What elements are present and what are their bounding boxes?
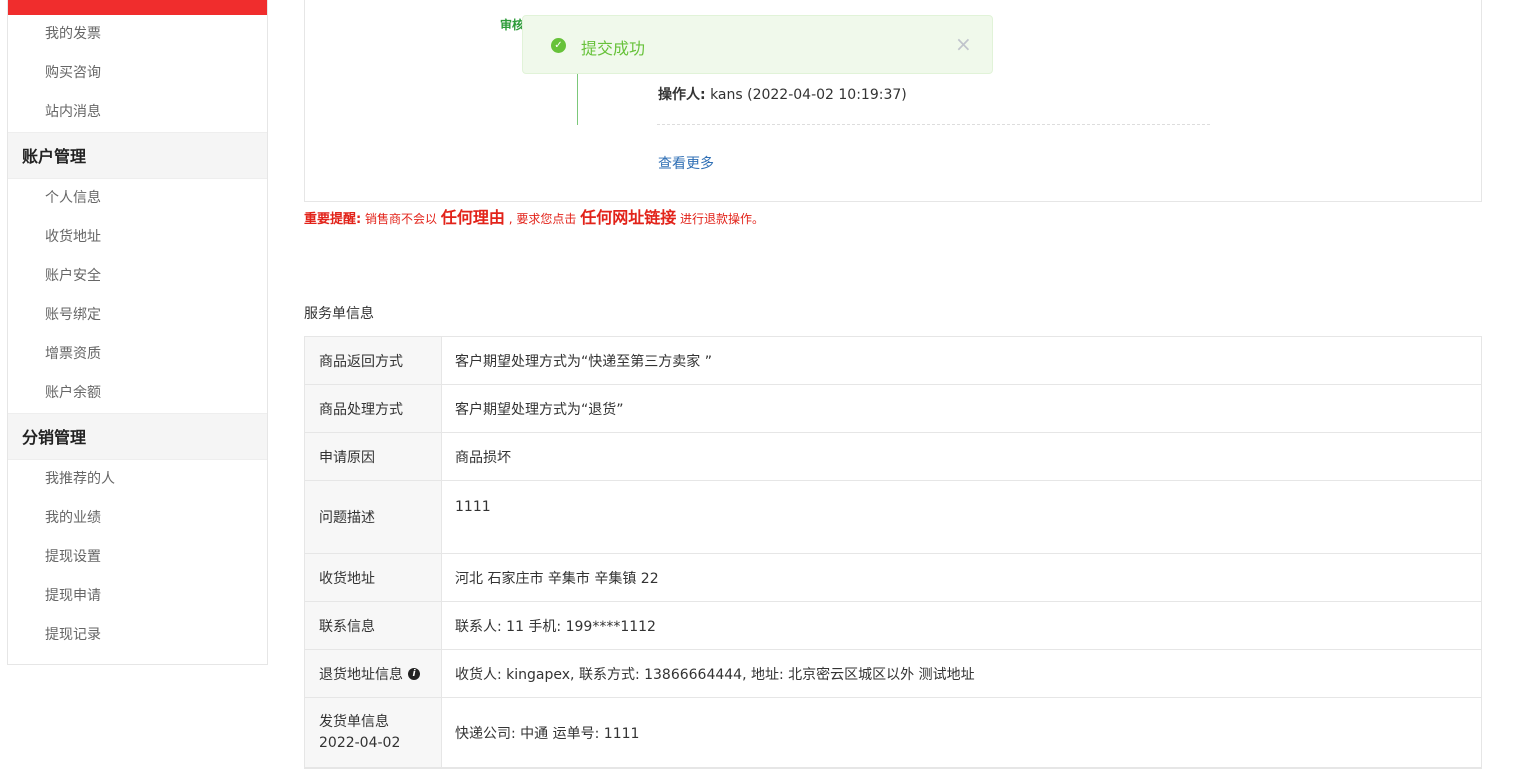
row-value: 客户期望处理方式为“快递至第三方卖家 ” bbox=[455, 353, 712, 370]
service-info-table: 商品返回方式 客户期望处理方式为“快递至第三方卖家 ” 商品处理方式 客户期望处… bbox=[304, 336, 1482, 769]
divider bbox=[657, 124, 1210, 125]
table-row: 联系信息 联系人: 11 手机: 199****1112 bbox=[305, 602, 1481, 650]
toast-message: 提交成功 bbox=[581, 39, 646, 58]
sidebar-item-balance[interactable]: 账户余额 bbox=[8, 374, 267, 413]
sidebar-item-messages[interactable]: 站内消息 bbox=[8, 93, 267, 132]
row-label-text: 退货地址信息 bbox=[319, 666, 403, 683]
row-label: 申请原因 bbox=[305, 433, 442, 480]
check-circle-icon: ✓ bbox=[551, 38, 566, 53]
row-value: 联系人: 11 手机: 199****1112 bbox=[455, 618, 656, 635]
table-row: 申请原因 商品损坏 bbox=[305, 433, 1481, 481]
notice-text-2: , 要求您点击 bbox=[508, 212, 577, 226]
table-row: 问题描述 1111 bbox=[305, 481, 1481, 554]
sidebar-group-account: 账户管理 bbox=[8, 132, 267, 179]
operator-value: kans (2022-04-02 10:19:37) bbox=[710, 87, 907, 103]
important-notice: 重要提醒: 销售商不会以 任何理由 , 要求您点击 任何网址链接 进行退款操作。 bbox=[304, 204, 764, 228]
audit-step-label: 审核 bbox=[500, 18, 525, 32]
sidebar-item-security[interactable]: 账户安全 bbox=[8, 257, 267, 296]
table-row: 收货地址 河北 石家庄市 辛集市 辛集镇 22 bbox=[305, 554, 1481, 602]
info-icon[interactable]: i bbox=[408, 667, 420, 680]
row-value: 1111 bbox=[455, 499, 491, 515]
row-value: 商品损坏 bbox=[455, 449, 511, 466]
sidebar-item-my-invoice[interactable]: 我的发票 bbox=[8, 15, 267, 54]
sidebar-active-item[interactable] bbox=[8, 0, 267, 15]
row-label-text: 发货单信息 bbox=[319, 713, 389, 730]
sidebar-group-distribution: 分销管理 bbox=[8, 413, 267, 460]
row-label-date: 2022-04-02 bbox=[319, 734, 401, 751]
notice-emphasis-2: 任何网址链接 bbox=[580, 208, 677, 227]
row-label: 收货地址 bbox=[305, 554, 442, 601]
sidebar-item-withdraw-records[interactable]: 提现记录 bbox=[8, 616, 267, 655]
row-label: 退货地址信息 i bbox=[305, 650, 442, 697]
close-icon[interactable]: × bbox=[955, 32, 972, 56]
notice-text-1: 销售商不会以 bbox=[365, 212, 438, 226]
notice-emphasis-1: 任何理由 bbox=[440, 208, 505, 227]
notice-text-3: 进行退款操作。 bbox=[680, 212, 765, 226]
table-row: 发货单信息 2022-04-02 快递公司: 中通 运单号: 1111 bbox=[305, 698, 1481, 768]
operator-label: 操作人: bbox=[658, 87, 706, 103]
row-label: 发货单信息 2022-04-02 bbox=[305, 698, 442, 767]
row-label: 商品返回方式 bbox=[305, 337, 442, 384]
row-value: 客户期望处理方式为“退货” bbox=[455, 401, 624, 418]
table-row: 商品处理方式 客户期望处理方式为“退货” bbox=[305, 385, 1481, 433]
sidebar-item-purchase-consult[interactable]: 购买咨询 bbox=[8, 54, 267, 93]
row-label: 问题描述 bbox=[305, 481, 442, 553]
row-label: 商品处理方式 bbox=[305, 385, 442, 432]
sidebar-item-profile[interactable]: 个人信息 bbox=[8, 179, 267, 218]
table-row: 商品返回方式 客户期望处理方式为“快递至第三方卖家 ” bbox=[305, 337, 1481, 385]
view-more-link[interactable]: 查看更多 bbox=[658, 153, 714, 173]
sidebar-item-binding[interactable]: 账号绑定 bbox=[8, 296, 267, 335]
sidebar-item-withdraw-apply[interactable]: 提现申请 bbox=[8, 577, 267, 616]
sidebar-item-performance[interactable]: 我的业绩 bbox=[8, 499, 267, 538]
table-row: 退货地址信息 i 收货人: kingapex, 联系方式: 1386666444… bbox=[305, 650, 1481, 698]
success-toast: ✓ 提交成功 × bbox=[522, 15, 993, 74]
sidebar-item-vat[interactable]: 增票资质 bbox=[8, 335, 267, 374]
sidebar-item-address[interactable]: 收货地址 bbox=[8, 218, 267, 257]
row-value: 快递公司: 中通 运单号: 1111 bbox=[455, 725, 640, 742]
sidebar-item-withdraw-settings[interactable]: 提现设置 bbox=[8, 538, 267, 577]
notice-label: 重要提醒: bbox=[304, 212, 362, 227]
section-title: 服务单信息 bbox=[304, 306, 374, 322]
row-value: 河北 石家庄市 辛集市 辛集镇 22 bbox=[455, 570, 659, 587]
sidebar: 我的发票 购买咨询 站内消息 账户管理 个人信息 收货地址 账户安全 账号绑定 … bbox=[7, 0, 268, 665]
sidebar-item-referrals[interactable]: 我推荐的人 bbox=[8, 460, 267, 499]
row-value: 收货人: kingapex, 联系方式: 13866664444, 地址: 北京… bbox=[455, 666, 975, 683]
operator-info: 操作人: kans (2022-04-02 10:19:37) bbox=[658, 84, 907, 104]
row-label: 联系信息 bbox=[305, 602, 442, 649]
